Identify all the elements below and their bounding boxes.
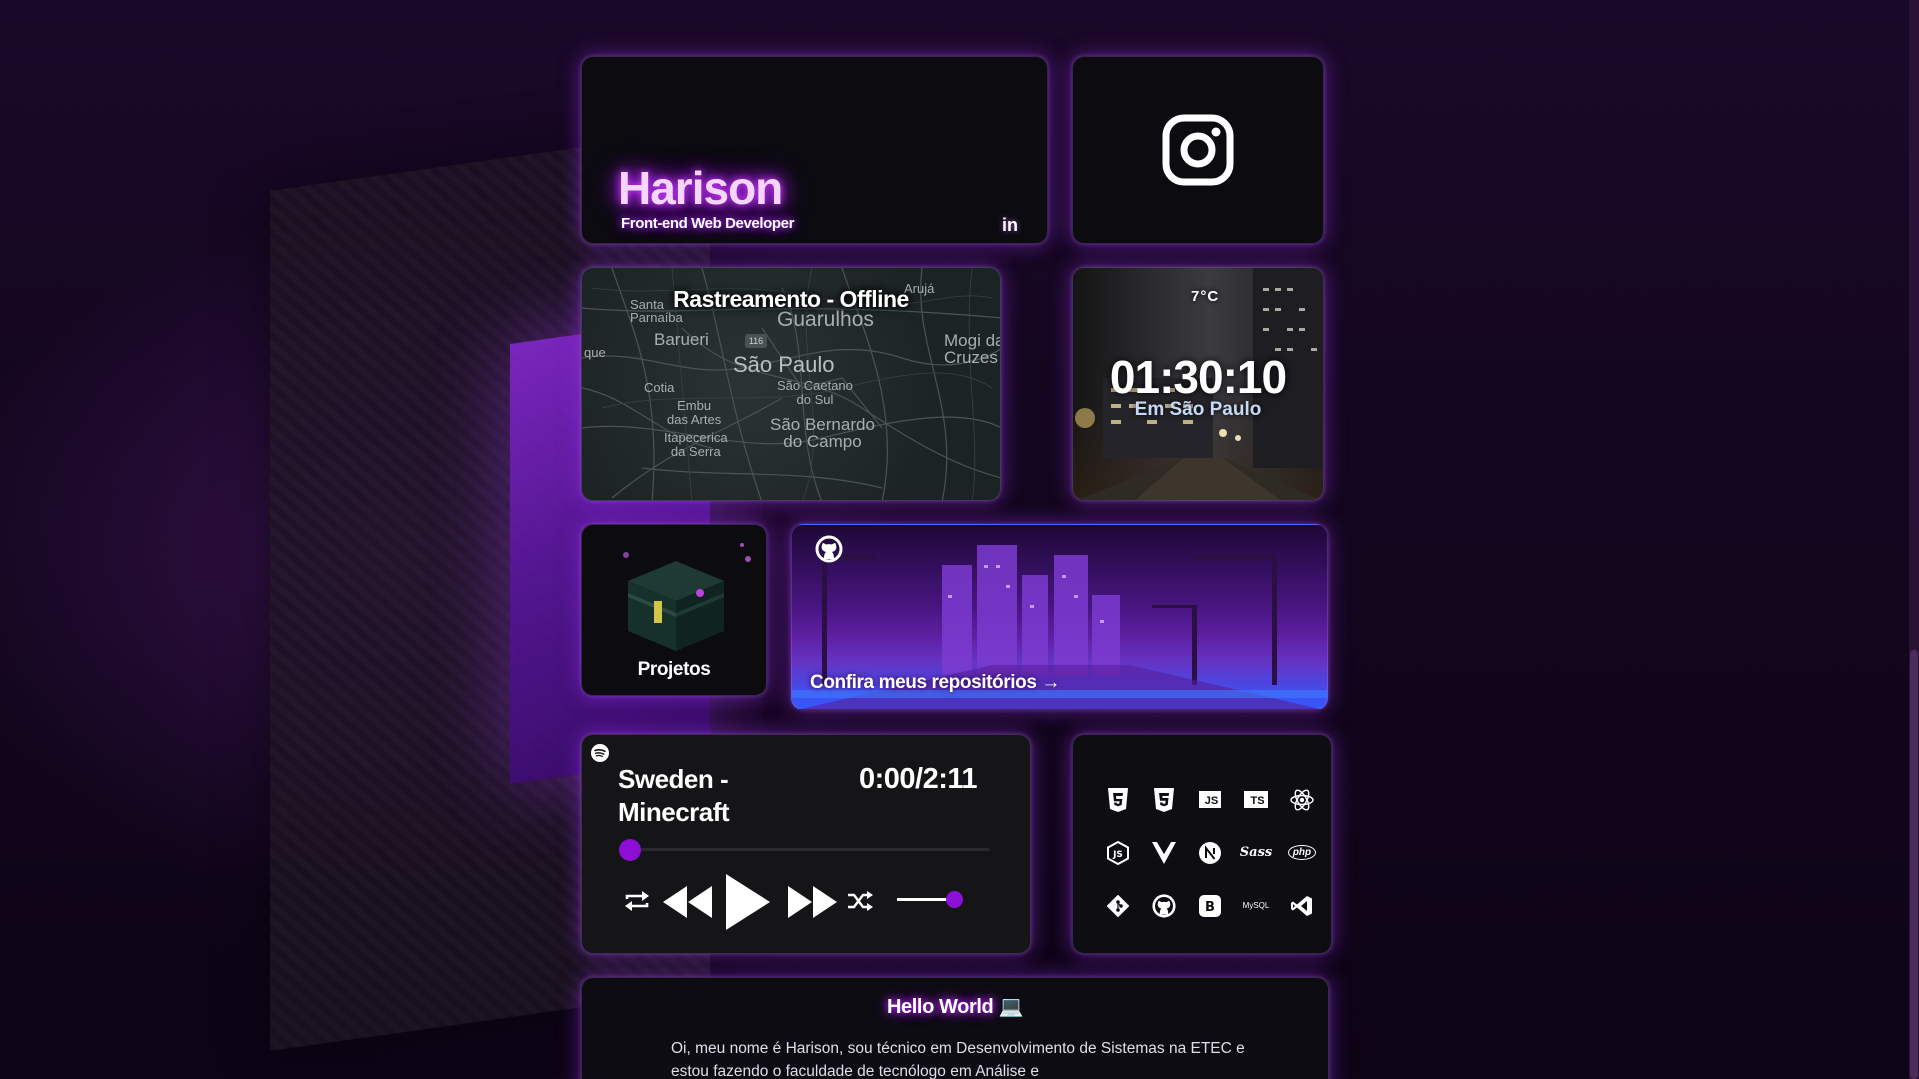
projects-label: Projetos bbox=[637, 659, 711, 680]
vue-icon bbox=[1141, 826, 1187, 879]
map-label-mogi: Mogi da Cruzes bbox=[944, 331, 1000, 367]
github-icon bbox=[815, 535, 843, 563]
github-card[interactable]: Confira meus repositórios → bbox=[791, 524, 1328, 710]
tech-stack-card: JS TS JS Sass php B MySQL bbox=[1072, 734, 1332, 954]
clock-location: Em São Paulo bbox=[1134, 399, 1262, 420]
progress-knob[interactable] bbox=[619, 839, 641, 861]
clock-time: 01:30:10 bbox=[1109, 351, 1287, 403]
svg-text:JS: JS bbox=[1112, 850, 1123, 860]
typescript-icon: TS bbox=[1233, 773, 1279, 826]
about-title: Hello World 💻 bbox=[582, 994, 1328, 1019]
about-title-text: Hello World bbox=[886, 996, 994, 1018]
next-button[interactable] bbox=[787, 885, 839, 919]
instagram-icon bbox=[1162, 114, 1234, 186]
map-label-embu: Embu das Artes bbox=[667, 398, 722, 427]
rewind-icon bbox=[663, 886, 712, 918]
nodejs-icon: JS bbox=[1095, 826, 1141, 879]
repeat-icon bbox=[625, 891, 649, 911]
about-text: Oi, meu nome é Harison, sou técnico em D… bbox=[671, 1040, 1245, 1079]
progress-bar[interactable] bbox=[630, 848, 990, 851]
volume-knob[interactable] bbox=[946, 891, 963, 908]
css3-icon bbox=[1141, 773, 1187, 826]
map-label-sao-bernardo: São Bernardo do Campo bbox=[770, 415, 875, 451]
shuffle-button[interactable] bbox=[846, 890, 874, 912]
profile-name: Harison bbox=[618, 162, 783, 214]
repeat-button[interactable] bbox=[623, 889, 651, 913]
route-shield: 116 bbox=[745, 334, 767, 348]
clock-card: 7°C 01:30:10 Em São Paulo bbox=[1072, 267, 1324, 501]
spotify-player-card: Sweden - Minecraft 0:00/2:11 bbox=[581, 734, 1031, 954]
github-cta[interactable]: Confira meus repositórios → bbox=[810, 672, 1060, 694]
scrollbar-thumb[interactable] bbox=[1910, 650, 1918, 1079]
map-label-sao-paulo: São Paulo bbox=[733, 352, 835, 377]
previous-button[interactable] bbox=[662, 885, 714, 919]
map-label-sao-caetano: São Caetano do Sul bbox=[777, 378, 853, 407]
nextjs-icon bbox=[1187, 826, 1233, 879]
svg-text:B: B bbox=[1205, 900, 1215, 915]
play-icon bbox=[726, 874, 770, 930]
map-title: Rastreamento - Offline bbox=[673, 286, 909, 312]
spotify-icon bbox=[591, 744, 609, 762]
sass-icon: Sass bbox=[1239, 845, 1273, 860]
git-icon bbox=[1095, 879, 1141, 932]
vscode-icon bbox=[1279, 879, 1325, 932]
shuffle-icon bbox=[848, 891, 873, 911]
html5-icon bbox=[1095, 773, 1141, 826]
track-title: Sweden - Minecraft bbox=[618, 764, 730, 827]
mysql-icon: MySQL bbox=[1242, 901, 1270, 910]
map-label-itapecerica: Itapecerica da Serra bbox=[664, 430, 728, 459]
javascript-icon: JS bbox=[1187, 773, 1233, 826]
instagram-card[interactable] bbox=[1072, 56, 1324, 244]
map-label-barueri: Barueri bbox=[654, 330, 709, 349]
about-card: Hello World 💻 Oi, meu nome é Harison, so… bbox=[581, 977, 1329, 1079]
scrollbar[interactable] bbox=[1909, 0, 1919, 1079]
linkedin-icon[interactable]: in bbox=[1002, 215, 1018, 236]
temperature: 7°C bbox=[1191, 288, 1220, 305]
projects-card[interactable]: Projetos bbox=[581, 524, 767, 696]
map-label-que: que bbox=[584, 345, 606, 360]
laptop-icon: 💻 bbox=[998, 996, 1024, 1018]
fast-forward-icon bbox=[788, 886, 837, 918]
bootstrap-icon: B bbox=[1187, 879, 1233, 932]
profile-card: Harison Front-end Web Developer in bbox=[581, 56, 1048, 244]
php-icon: php bbox=[1279, 826, 1325, 879]
play-button[interactable] bbox=[725, 873, 771, 931]
track-timer: 0:00/2:11 bbox=[859, 763, 978, 795]
map-label-cotia: Cotia bbox=[644, 380, 675, 395]
react-icon bbox=[1279, 773, 1325, 826]
profile-role: Front-end Web Developer bbox=[621, 215, 795, 232]
map-card: 116 Santa Parnaíba Arujá Guarulhos Barue… bbox=[581, 267, 1001, 501]
github-stack-icon bbox=[1141, 879, 1187, 932]
